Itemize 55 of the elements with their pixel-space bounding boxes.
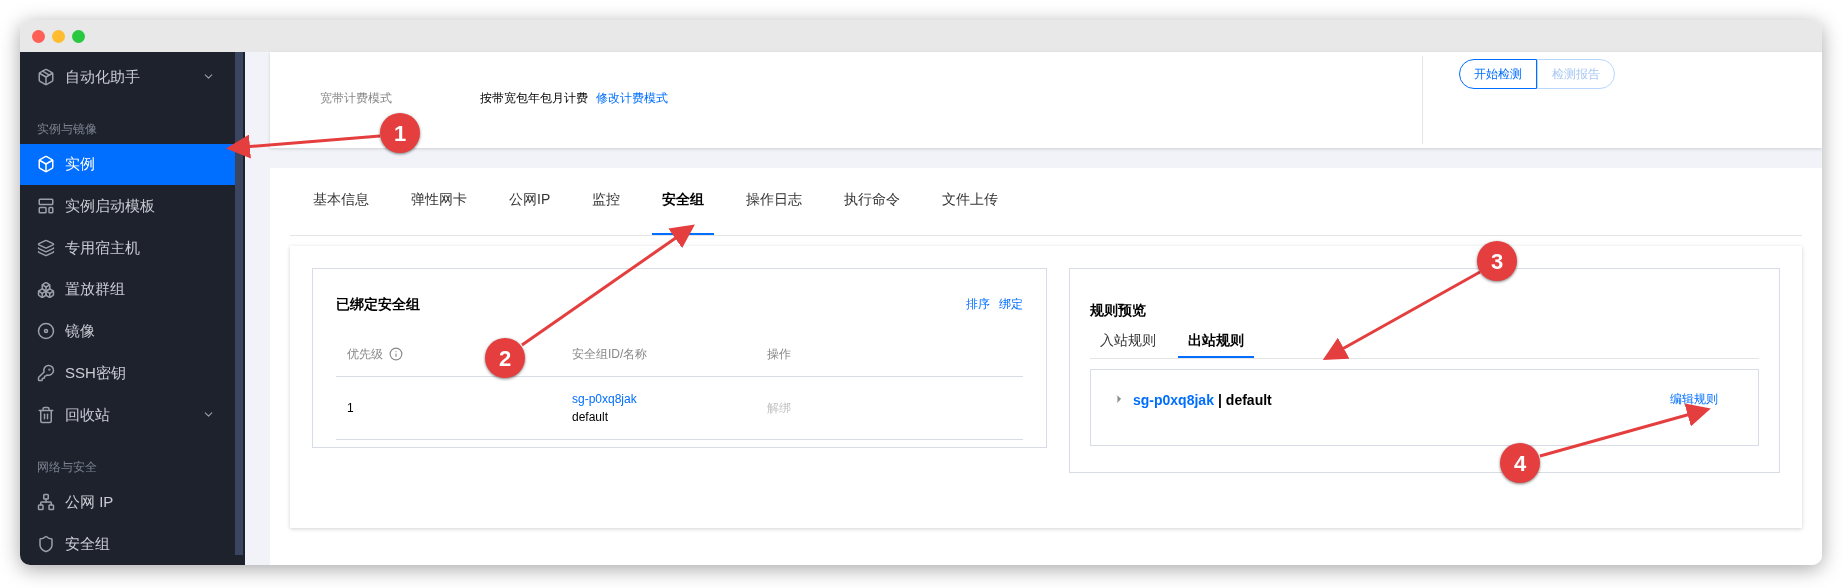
trash-icon xyxy=(37,405,55,424)
sidebar-item[interactable]: 置放群组 xyxy=(20,268,235,311)
group-id-link[interactable]: sg-p0xq8jak xyxy=(572,390,767,408)
tab[interactable]: 监控 xyxy=(582,189,631,235)
table-cell-text: 1 xyxy=(347,400,355,417)
table-cell-text: default xyxy=(572,409,610,426)
group-id-link[interactable]: sg-p0xq8jak xyxy=(1133,390,1214,411)
tab[interactable]: 操作日志 xyxy=(736,189,813,235)
sidebar-item[interactable]: SSH密钥 xyxy=(20,352,235,394)
package-icon xyxy=(37,67,55,86)
section-heading: 实例与镜像 xyxy=(37,120,97,138)
sidebar-item[interactable]: 实例 xyxy=(20,143,235,186)
close-icon[interactable] xyxy=(32,29,45,43)
tab[interactable]: 安全组 xyxy=(652,189,715,235)
sidebar-item[interactable]: 实例启动模板 xyxy=(20,185,235,227)
section-title: 已绑定安全组 xyxy=(336,294,420,314)
action-link[interactable]: 排序 xyxy=(966,295,990,313)
check-button[interactable]: 开始检测 xyxy=(1459,59,1537,89)
sidebar-item[interactable]: 专用宿主机 xyxy=(20,227,235,269)
column-header: 优先级 xyxy=(347,345,383,363)
section-heading: 网络与安全 xyxy=(37,458,97,476)
tab[interactable]: 公网IP xyxy=(499,189,561,235)
column-header: 安全组ID/名称 xyxy=(572,345,648,363)
layers-icon xyxy=(37,238,55,257)
group-name: default xyxy=(1225,391,1272,410)
sidebar-item[interactable]: 自动化助手 xyxy=(20,56,235,98)
tab[interactable]: 文件上传 xyxy=(932,189,1009,235)
key-icon xyxy=(37,364,55,383)
boxes-icon xyxy=(37,280,55,299)
change-billing-link[interactable]: 修改计费模式 xyxy=(596,89,668,107)
tab[interactable]: 执行命令 xyxy=(834,189,911,235)
sidebar-item[interactable]: 公网 IP xyxy=(20,481,235,524)
scrollbar[interactable] xyxy=(235,52,243,555)
sidebar-item[interactable]: 安全组 xyxy=(20,523,235,565)
edit-rules-link[interactable]: 编辑规则 xyxy=(1670,390,1718,408)
tab[interactable]: 基本信息 xyxy=(303,189,379,235)
maximize-icon[interactable] xyxy=(72,29,85,43)
separator: | xyxy=(1217,391,1222,410)
info-icon xyxy=(389,346,403,361)
disc-icon xyxy=(37,322,55,341)
sidebar-item[interactable]: 镜像 xyxy=(20,310,235,353)
sidebar-item[interactable]: 回收站 xyxy=(20,394,235,436)
minimize-icon[interactable] xyxy=(52,29,65,43)
column-header: 操作 xyxy=(767,345,791,363)
cube-icon xyxy=(37,155,55,174)
network-icon xyxy=(37,493,55,512)
shield-icon xyxy=(37,535,55,554)
field-label: 宽带计费模式 xyxy=(320,90,393,107)
tab[interactable]: 弹性网卡 xyxy=(401,189,477,235)
section-title: 规则预览 xyxy=(1090,301,1146,320)
template-icon xyxy=(37,197,55,216)
tab[interactable]: 入站规则 xyxy=(1090,330,1166,358)
action-link[interactable]: 绑定 xyxy=(999,295,1023,313)
tab[interactable]: 出站规则 xyxy=(1178,330,1254,358)
field-value: 按带宽包年包月计费 xyxy=(480,90,588,107)
